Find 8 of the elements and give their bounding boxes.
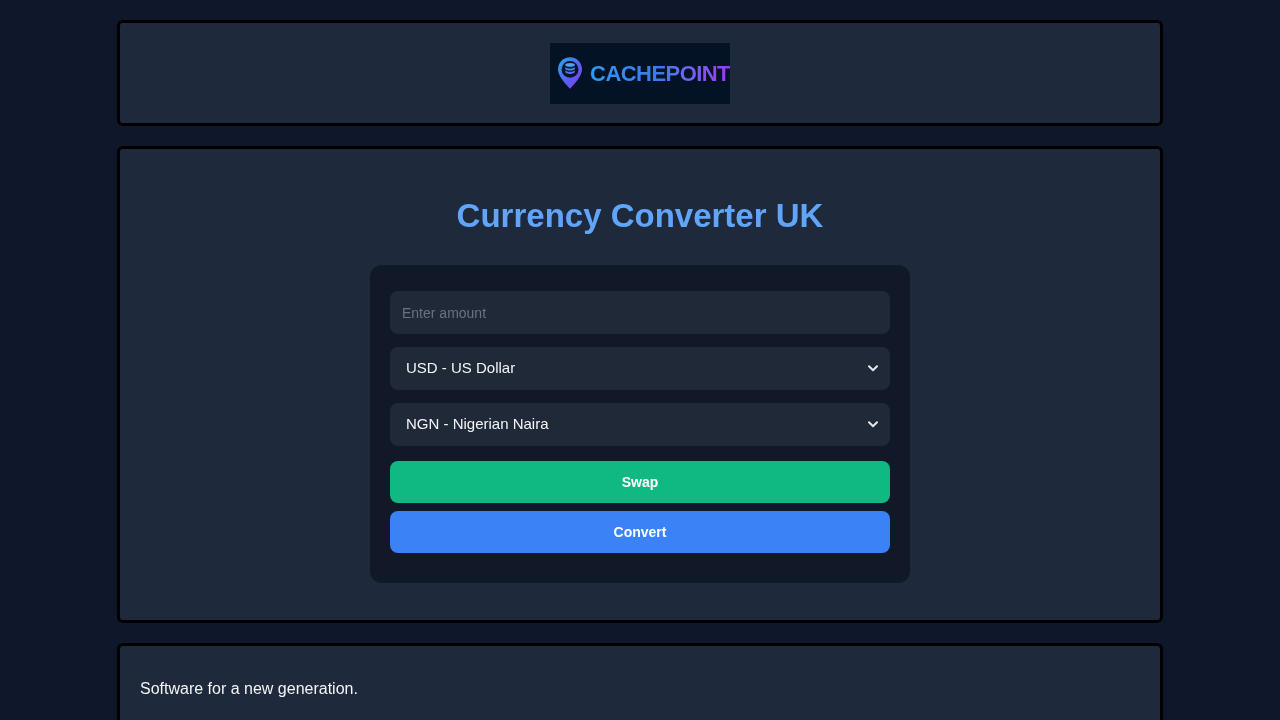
tagline-text: Software for a new generation. (140, 679, 359, 699)
convert-button[interactable]: Convert (390, 511, 890, 553)
chevron-down-icon (868, 365, 878, 372)
page-title: Currency Converter UK (456, 196, 824, 236)
to-currency-select[interactable]: NGN - Nigerian Naira (390, 403, 890, 446)
from-currency-select[interactable]: USD - US Dollar (390, 347, 890, 390)
chevron-down-icon (868, 421, 878, 428)
amount-input[interactable]: Enter amount (390, 291, 890, 334)
